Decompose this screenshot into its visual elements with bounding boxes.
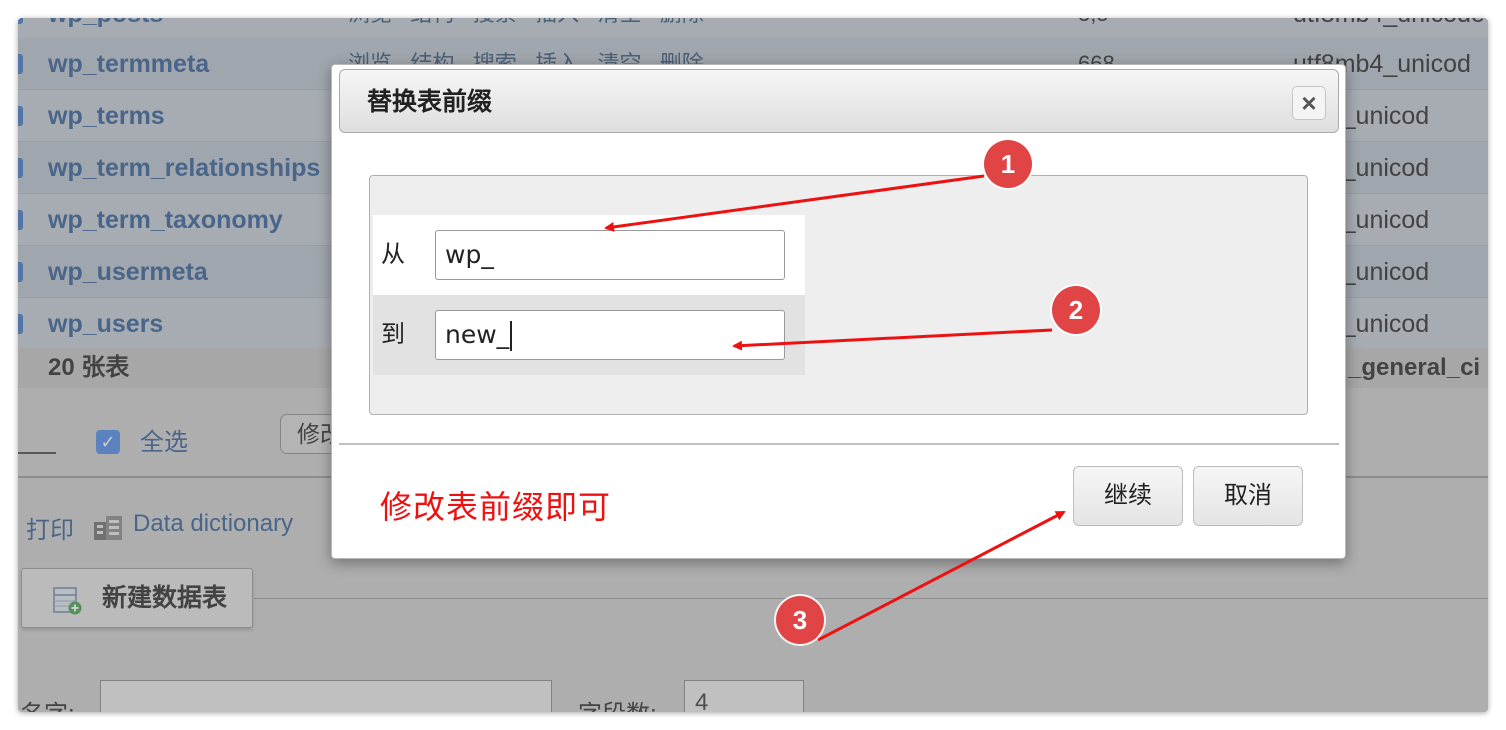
annotation-note: 修改表前缀即可 [364,473,658,541]
text-caret [510,321,513,351]
from-value: wp_ [445,240,494,269]
to-input[interactable]: new_ [435,310,785,360]
dialog-title: 替换表前缀 [367,88,493,116]
cancel-button[interactable]: 取消 [1193,466,1303,526]
close-icon[interactable]: × [1292,86,1326,120]
to-value: new_ [445,320,510,349]
from-label: 从 [381,241,405,268]
dialog-titlebar: 替换表前缀 × [339,69,1339,133]
continue-button[interactable]: 继续 [1073,466,1183,526]
from-row: 从 wp_ [373,215,805,295]
to-label: 到 [381,321,405,348]
screenshot-frame: wp_posts 浏览 结构 搜索 插入 清空 删除 3,5 utf8mb4_u… [18,18,1488,712]
step-badge-2: 2 [1052,286,1100,334]
step-badge-3: 3 [776,596,824,644]
from-input[interactable]: wp_ [435,230,785,280]
step-badge-1: 1 [984,140,1032,188]
dialog-divider [339,443,1339,445]
to-row: 到 new_ [373,295,805,375]
